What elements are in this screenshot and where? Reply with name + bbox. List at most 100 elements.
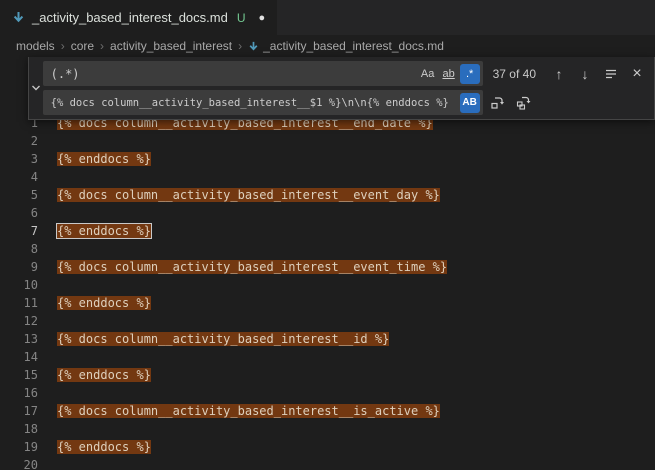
code-content: {% enddocs %} <box>38 222 151 240</box>
code-line[interactable]: 5 {% docs column__activity_based_interest… <box>0 186 655 204</box>
code-line[interactable]: 11 {% enddocs %} <box>0 294 655 312</box>
code-content: {% enddocs %} <box>38 366 151 384</box>
find-in-selection-button[interactable] <box>600 63 622 85</box>
line-number: 14 <box>0 348 38 366</box>
code-line[interactable]: 12 <box>0 312 655 330</box>
selection-lines-icon <box>604 67 618 81</box>
code-line[interactable]: 2 <box>0 132 655 150</box>
code-content: {% enddocs %} <box>38 438 151 456</box>
code-line[interactable]: 19 {% enddocs %} <box>0 438 655 456</box>
line-number: 8 <box>0 240 38 258</box>
code-content: {% docs column__activity_based_interest_… <box>38 330 389 348</box>
breadcrumb-item-core[interactable]: core <box>71 39 94 53</box>
code-content <box>38 348 57 366</box>
preserve-case-toggle[interactable]: AB <box>460 93 480 113</box>
search-match: {% docs column__activity_based_interest_… <box>57 188 440 202</box>
replace-all-icon <box>516 95 531 110</box>
line-number: 2 <box>0 132 38 150</box>
line-number: 7 <box>0 222 38 240</box>
code-line[interactable]: 14 <box>0 348 655 366</box>
code-line[interactable]: 8 <box>0 240 655 258</box>
line-number: 15 <box>0 366 38 384</box>
breadcrumb-separator-icon: › <box>238 39 242 53</box>
line-number: 4 <box>0 168 38 186</box>
previous-match-button[interactable]: ↑ <box>548 63 570 85</box>
line-number: 11 <box>0 294 38 312</box>
search-match: {% enddocs %} <box>57 152 151 166</box>
regex-toggle[interactable]: .* <box>460 64 480 84</box>
code-content <box>38 132 57 150</box>
whole-word-toggle[interactable]: ab <box>439 64 459 84</box>
breadcrumb-item-file[interactable]: _activity_based_interest_docs.md <box>248 39 444 53</box>
breadcrumb-item-folder[interactable]: activity_based_interest <box>110 39 232 53</box>
next-match-button[interactable]: ↓ <box>574 63 596 85</box>
match-case-toggle[interactable]: Aa <box>418 64 438 84</box>
search-match: {% enddocs %} <box>57 368 151 382</box>
line-number: 5 <box>0 186 38 204</box>
line-number: 16 <box>0 384 38 402</box>
code-line[interactable]: 17 {% docs column__activity_based_interes… <box>0 402 655 420</box>
code-line[interactable]: 3 {% enddocs %} <box>0 150 655 168</box>
code-content: {% docs column__activity_based_interest_… <box>38 258 447 276</box>
code-line[interactable]: 20 <box>0 456 655 470</box>
arrow-up-icon: ↑ <box>556 66 563 82</box>
replace-row: {% docs column__activity_based_interest_… <box>43 90 648 115</box>
line-number: 20 <box>0 456 38 470</box>
code-content: {% docs column__activity_based_interest_… <box>38 186 440 204</box>
search-match: {% enddocs %} <box>57 440 151 454</box>
code-line[interactable]: 7 {% enddocs %} <box>0 222 655 240</box>
code-content <box>38 456 57 470</box>
line-number: 9 <box>0 258 38 276</box>
code-content <box>38 312 57 330</box>
close-find-button[interactable]: × <box>626 63 648 85</box>
replace-button[interactable] <box>487 92 509 114</box>
dirty-indicator-icon[interactable]: ● <box>259 12 266 24</box>
replace-all-button[interactable] <box>513 92 535 114</box>
code-line[interactable]: 13 {% docs column__activity_based_interes… <box>0 330 655 348</box>
code-line[interactable]: 16 <box>0 384 655 402</box>
toggle-replace-button[interactable] <box>29 61 43 115</box>
chevron-down-icon <box>30 82 42 94</box>
code-line[interactable]: 10 <box>0 276 655 294</box>
code-content <box>38 240 57 258</box>
breadcrumb: models › core › activity_based_interest … <box>0 35 655 57</box>
line-number: 19 <box>0 438 38 456</box>
line-number: 12 <box>0 312 38 330</box>
line-number: 18 <box>0 420 38 438</box>
replace-icon <box>490 95 505 110</box>
line-number: 6 <box>0 204 38 222</box>
search-input[interactable]: (.*) Aa ab .* <box>43 61 483 86</box>
line-number: 13 <box>0 330 38 348</box>
arrow-down-icon: ↓ <box>582 66 589 82</box>
code-content: {% docs column__activity_based_interest_… <box>38 402 440 420</box>
find-widget: (.*) Aa ab .* 37 of 40 ↑ ↓ × {% docs col… <box>28 57 655 120</box>
breadcrumb-item-models[interactable]: models <box>16 39 55 53</box>
code-content <box>38 420 57 438</box>
code-content: {% enddocs %} <box>38 150 151 168</box>
tab-bar: _activity_based_interest_docs.md U ● <box>0 0 655 35</box>
replace-input[interactable]: {% docs column__activity_based_interest_… <box>43 90 483 115</box>
line-number: 17 <box>0 402 38 420</box>
code-line[interactable]: 15 {% enddocs %} <box>0 366 655 384</box>
code-content: {% enddocs %} <box>38 294 151 312</box>
code-line[interactable]: 6 <box>0 204 655 222</box>
code-content <box>38 276 57 294</box>
breadcrumb-separator-icon: › <box>61 39 65 53</box>
tab-active-file[interactable]: _activity_based_interest_docs.md U ● <box>0 0 278 35</box>
search-match: {% docs column__activity_based_interest_… <box>57 332 389 346</box>
code-content <box>38 204 57 222</box>
code-line[interactable]: 4 <box>0 168 655 186</box>
results-count: 37 of 40 <box>493 67 536 81</box>
line-number: 10 <box>0 276 38 294</box>
code-line[interactable]: 9 {% docs column__activity_based_interest… <box>0 258 655 276</box>
search-match: {% docs column__activity_based_interest_… <box>57 260 447 274</box>
search-match: {% enddocs %} <box>57 296 151 310</box>
search-match-current: {% enddocs %} <box>57 224 151 238</box>
find-row: (.*) Aa ab .* 37 of 40 ↑ ↓ × <box>43 61 648 86</box>
tab-title: _activity_based_interest_docs.md <box>32 10 228 25</box>
code-line[interactable]: 18 <box>0 420 655 438</box>
code-content <box>38 384 57 402</box>
vscode-window: { "tab": { "title": "_activity_based_int… <box>0 0 655 470</box>
search-match: {% docs column__activity_based_interest_… <box>57 404 440 418</box>
line-number: 3 <box>0 150 38 168</box>
